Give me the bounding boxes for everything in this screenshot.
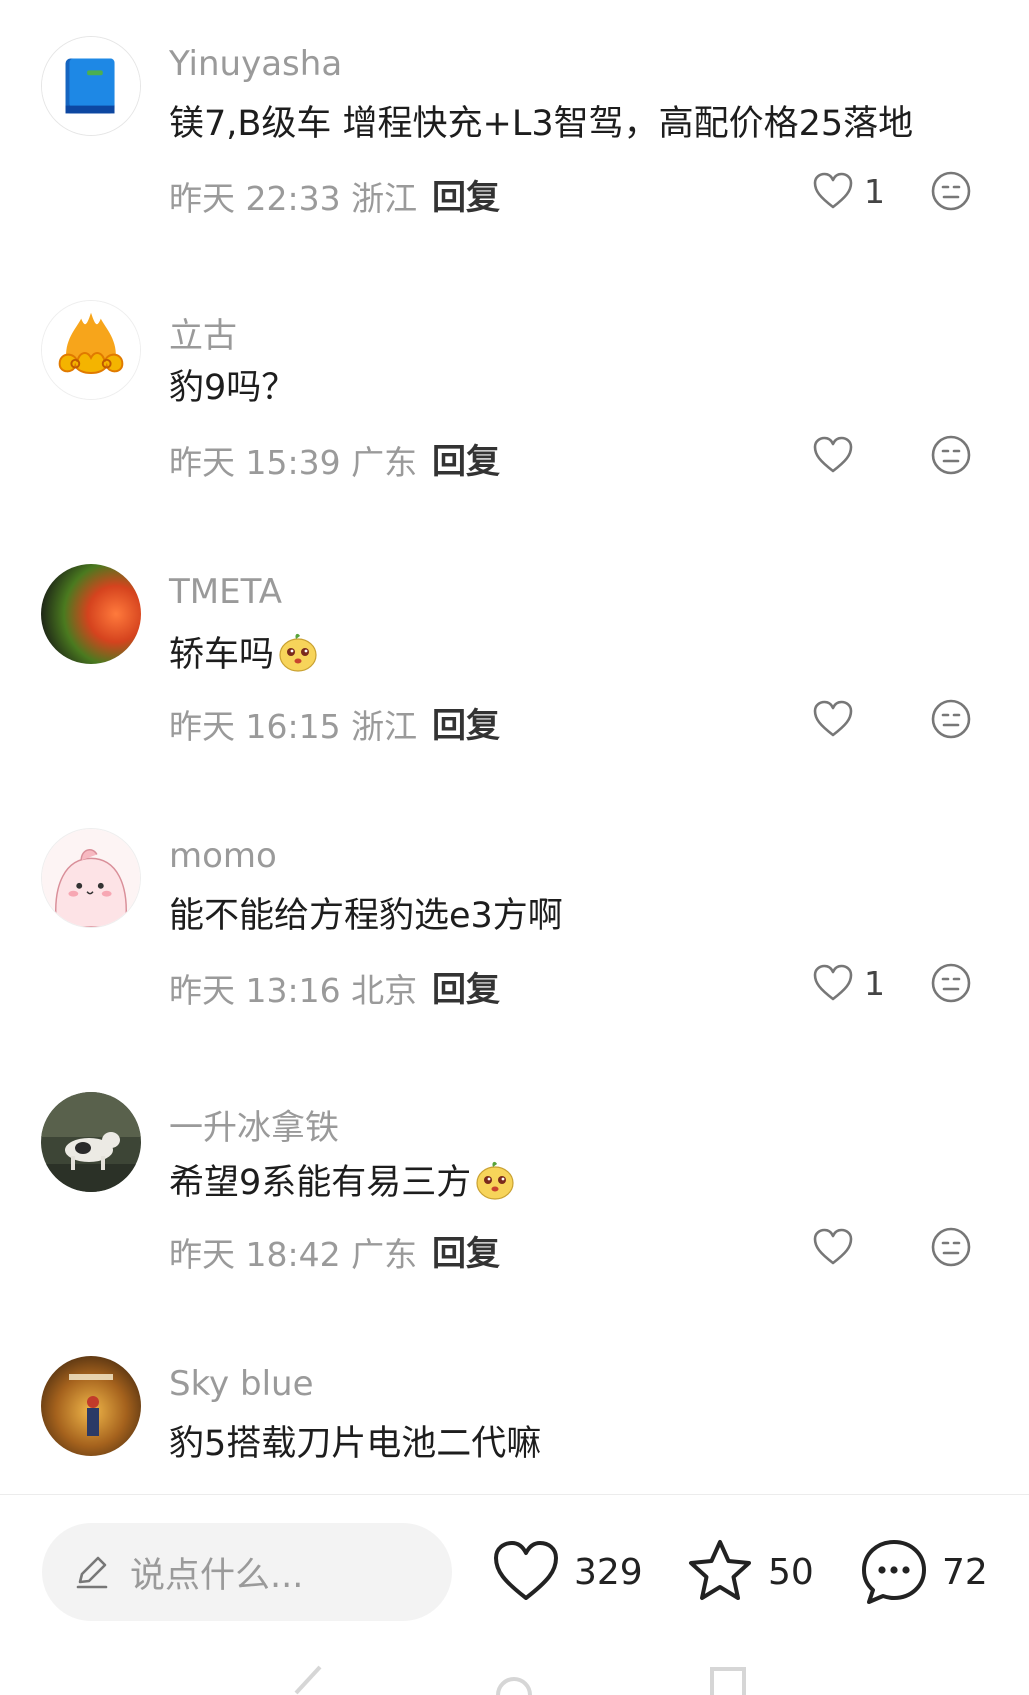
like-count: 1 <box>864 963 885 1003</box>
comment-text: 镁7,B级车 增程快充+L3智驾，高配价格25落地 <box>169 104 914 144</box>
comment-item: momo 能不能给方程豹选e3方啊 昨天 13:16 北京 回复 1 <box>0 828 1029 1092</box>
avatar[interactable] <box>41 828 141 928</box>
reply-button[interactable]: 回复 <box>432 962 500 1011</box>
comment-text: 轿车吗 <box>169 630 320 677</box>
comment-meta: 昨天 16:15 浙江 <box>169 707 418 746</box>
meh-face-icon <box>931 699 971 739</box>
comment-text-value: 轿车吗 <box>169 635 275 675</box>
reply-button[interactable]: 回复 <box>432 434 500 483</box>
dislike-button[interactable] <box>930 698 972 740</box>
username[interactable]: 一升冰拿铁 <box>169 1100 339 1149</box>
like-button[interactable] <box>812 694 864 744</box>
comment-item: TMETA 轿车吗 昨天 16:15 浙江 回复 <box>0 564 1029 828</box>
meh-face-icon <box>931 1227 971 1267</box>
comment-item: Yinuyasha 镁7,B级车 增程快充+L3智驾，高配价格25落地 昨天 2… <box>0 36 1029 300</box>
cute-face-emoji-icon <box>476 1161 514 1200</box>
dog-photo-icon <box>41 1092 141 1192</box>
heart-icon <box>813 172 853 209</box>
comment-item: Sky blue 豹5搭载刀片电池二代嘛 <box>0 1356 1029 1494</box>
nav-home-icon[interactable] <box>494 1665 534 1695</box>
nav-recents-icon[interactable] <box>708 1665 748 1695</box>
bottom-action-bar: 说点什么... 329 50 72 <box>0 1494 1029 1695</box>
comment-item: 立古 豹9吗？ 昨天 15:39 广东 回复 <box>0 300 1029 564</box>
like-button[interactable] <box>812 430 864 480</box>
comment-text: 能不能给方程豹选e3方啊 <box>169 896 563 936</box>
meh-face-icon <box>931 963 971 1003</box>
meh-face-icon <box>931 435 971 475</box>
like-button[interactable] <box>812 1222 864 1272</box>
chat-bubble-icon <box>862 1540 926 1604</box>
comment-meta: 昨天 18:42 广东 <box>169 1235 418 1274</box>
like-count: 1 <box>864 171 885 211</box>
meh-face-icon <box>931 171 971 211</box>
comment-text: 豹9吗？ <box>169 368 297 408</box>
reply-button[interactable]: 回复 <box>432 1226 500 1275</box>
heart-icon <box>494 1541 558 1600</box>
reply-button[interactable]: 回复 <box>432 698 500 747</box>
star-icon <box>689 1540 751 1600</box>
comment-meta: 昨天 15:39 广东 <box>169 443 418 482</box>
favorite-button[interactable]: 50 <box>684 1535 814 1609</box>
comment-text: 希望9系能有易三方 <box>169 1158 517 1205</box>
like-post-button[interactable]: 329 <box>490 1535 643 1609</box>
comment-text: 豹5搭载刀片电池二代嘛 <box>169 1424 542 1464</box>
avatar[interactable] <box>41 564 141 664</box>
heart-icon <box>813 700 853 737</box>
concert-photo-icon <box>41 1356 141 1456</box>
golden-cloud-icon <box>42 301 140 399</box>
favorite-count: 50 <box>768 1551 814 1593</box>
comment-input-placeholder: 说点什么... <box>130 1555 304 1596</box>
username[interactable]: Yinuyasha <box>169 44 342 84</box>
avatar[interactable] <box>41 36 141 136</box>
avatar[interactable] <box>41 1092 141 1192</box>
pencil-icon <box>76 1556 108 1589</box>
reply-button[interactable]: 回复 <box>432 170 500 219</box>
cute-face-emoji-icon <box>279 633 317 672</box>
blue-book-icon <box>42 37 140 135</box>
pink-cartoon-icon <box>42 829 140 927</box>
heart-icon <box>813 436 853 473</box>
avatar[interactable] <box>41 1356 141 1456</box>
comments-button[interactable]: 72 <box>858 1535 988 1609</box>
avatar[interactable] <box>41 300 141 400</box>
gradient-icon <box>41 564 141 664</box>
username[interactable]: TMETA <box>169 572 282 612</box>
like-button[interactable]: 1 <box>812 166 885 216</box>
heart-icon <box>813 1228 853 1265</box>
username[interactable]: momo <box>169 836 277 876</box>
dislike-button[interactable] <box>930 962 972 1004</box>
dislike-button[interactable] <box>930 1226 972 1268</box>
username[interactable]: 立古 <box>169 308 237 357</box>
nav-back-icon[interactable] <box>290 1665 330 1695</box>
comment-count: 72 <box>942 1551 988 1593</box>
dislike-button[interactable] <box>930 170 972 212</box>
like-post-count: 329 <box>574 1551 643 1593</box>
dislike-button[interactable] <box>930 434 972 476</box>
comment-input[interactable]: 说点什么... <box>42 1523 452 1621</box>
comment-text-value: 希望9系能有易三方 <box>169 1163 472 1203</box>
comment-item: 一升冰拿铁 希望9系能有易三方 昨天 18:42 广东 回复 <box>0 1092 1029 1356</box>
comment-meta: 昨天 22:33 浙江 <box>169 179 418 218</box>
like-button[interactable]: 1 <box>812 958 885 1008</box>
comment-meta: 昨天 13:16 北京 <box>169 971 418 1010</box>
heart-icon <box>813 964 853 1001</box>
username[interactable]: Sky blue <box>169 1364 313 1404</box>
